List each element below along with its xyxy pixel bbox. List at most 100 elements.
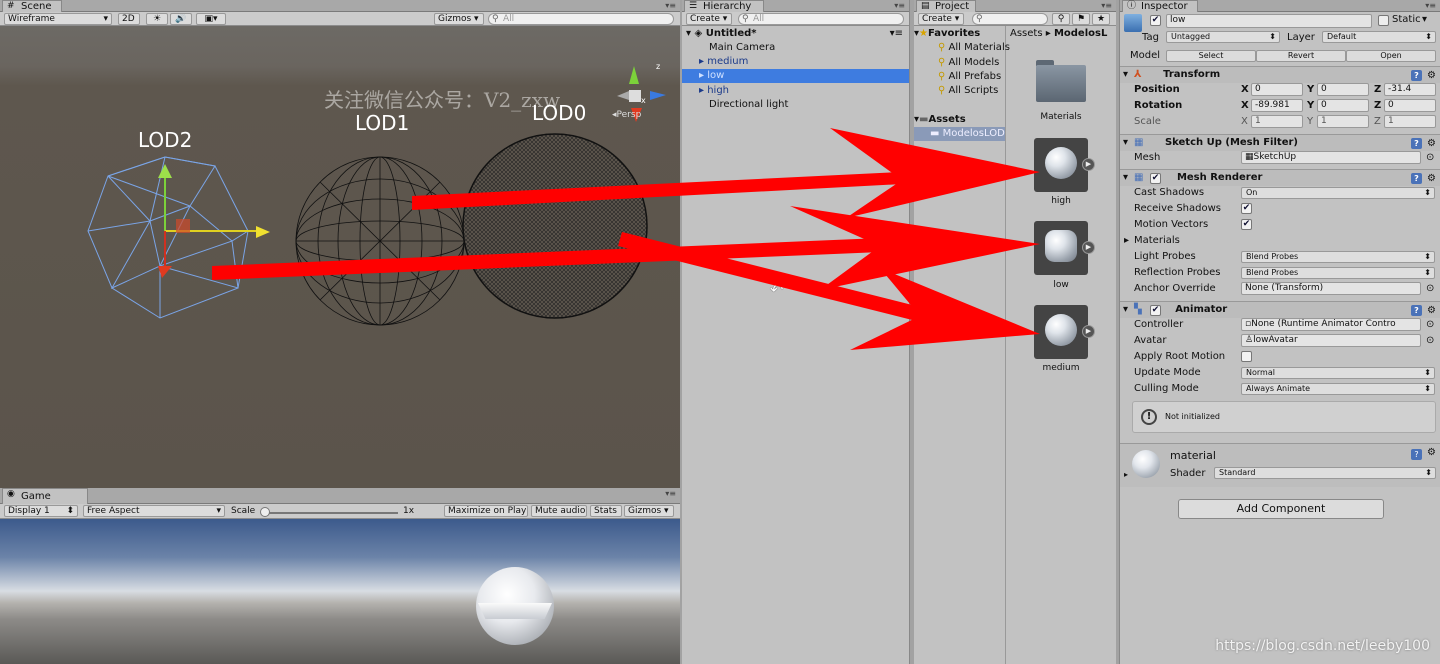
create-dropdown[interactable]: Create ▾ <box>686 13 732 25</box>
object-picker-icon[interactable]: ⊙ <box>1426 281 1434 297</box>
motion-vectors-checkbox[interactable]: ✔ <box>1241 219 1252 230</box>
effects-icon[interactable]: ▣▾ <box>196 13 226 25</box>
panel-menu-icon[interactable]: ▾≡ <box>1425 1 1436 10</box>
filter-type-icon[interactable]: ⚲ <box>1052 13 1070 25</box>
scale-slider[interactable] <box>262 512 398 514</box>
static-dropdown-icon[interactable]: ▾ <box>1422 14 1427 25</box>
mesh-filter-header[interactable]: ▾ ▦ Sketch Up (Mesh Filter) ? ⚙ <box>1120 134 1440 151</box>
asset-high[interactable]: ▶ <box>1034 138 1095 192</box>
object-picker-icon[interactable]: ⊙ <box>1426 317 1434 333</box>
scale-z-field[interactable]: 1 <box>1384 115 1436 128</box>
mesh-renderer-enabled-checkbox[interactable]: ✔ <box>1150 173 1161 184</box>
help-icon[interactable]: ? <box>1411 449 1422 460</box>
create-dropdown[interactable]: Create ▾ <box>918 13 964 25</box>
fav-all-models[interactable]: ⚲ All Models <box>914 56 1005 70</box>
scene-search-input[interactable]: ⚲ All <box>488 13 674 25</box>
materials-folder-icon[interactable] <box>1036 60 1086 102</box>
hierarchy-item-medium[interactable]: ▸ medium <box>682 55 909 69</box>
static-checkbox[interactable] <box>1378 15 1389 26</box>
culling-mode-dropdown[interactable]: Always Animate <box>1241 383 1435 395</box>
position-x-field[interactable]: 0 <box>1251 83 1303 96</box>
materials-row[interactable]: ▸ Materials <box>1120 233 1440 249</box>
tab-inspector[interactable]: ⓘ Inspector <box>1122 0 1198 12</box>
folder-modeloslod[interactable]: ▬ ModelosLOD <box>914 127 1005 141</box>
fav-all-prefabs[interactable]: ⚲ All Prefabs <box>914 70 1005 84</box>
help-icon[interactable]: ? <box>1411 70 1422 81</box>
hierarchy-item-main-camera[interactable]: Main Camera <box>682 41 909 55</box>
tab-scene[interactable]: # Scene <box>2 0 62 12</box>
stats-button[interactable]: Stats <box>590 505 622 517</box>
avatar-field[interactable]: ♙lowAvatar <box>1241 334 1421 347</box>
asset-low[interactable]: ▶ <box>1034 221 1095 275</box>
active-checkbox[interactable]: ✔ <box>1150 15 1161 26</box>
tab-project[interactable]: ▤ Project <box>916 0 976 12</box>
object-name-field[interactable]: low <box>1166 14 1372 28</box>
mute-audio-button[interactable]: Mute audio <box>531 505 587 517</box>
help-icon[interactable]: ? <box>1411 138 1422 149</box>
help-icon[interactable]: ? <box>1411 173 1422 184</box>
favorites-row[interactable]: ▾★Favorites <box>914 27 1005 41</box>
transform-header[interactable]: ▾ ⅄ Transform ? ⚙ <box>1120 66 1440 83</box>
scale-y-field[interactable]: 1 <box>1317 115 1369 128</box>
scene-menu-icon[interactable]: ▾≡ <box>890 27 903 41</box>
animator-enabled-checkbox[interactable]: ✔ <box>1150 305 1161 316</box>
scene-viewport[interactable]: 关注微信公众号：V2_zxw LOD2 LOD1 LOD0 z x ◂Persp <box>0 26 680 488</box>
project-search-input[interactable]: ⚲ <box>972 13 1048 25</box>
expand-arrow-icon[interactable]: ▸ <box>1124 470 1128 479</box>
panel-menu-icon[interactable]: ▾≡ <box>1101 1 1112 10</box>
layer-dropdown[interactable]: Default <box>1322 31 1436 43</box>
reflection-probes-dropdown[interactable]: Blend Probes <box>1241 267 1435 279</box>
gear-icon[interactable]: ⚙ <box>1427 447 1436 458</box>
display-dropdown[interactable]: Display 1 ⬍ <box>4 505 78 517</box>
breadcrumb-assets[interactable]: Assets <box>1010 28 1043 39</box>
aspect-dropdown[interactable]: Free Aspect ▾ <box>83 505 225 517</box>
shader-dropdown[interactable]: Standard <box>1214 467 1436 479</box>
rotation-y-field[interactable]: 0 <box>1317 99 1369 112</box>
favorite-star-icon[interactable]: ★ <box>1092 13 1110 25</box>
fav-all-materials[interactable]: ⚲ All Materials <box>914 41 1010 55</box>
apply-root-motion-checkbox[interactable] <box>1241 351 1252 362</box>
toggle-2d-button[interactable]: 2D <box>118 13 140 25</box>
position-z-field[interactable]: -31.4 <box>1384 83 1436 96</box>
gizmos-dropdown[interactable]: Gizmos ▾ <box>624 505 674 517</box>
object-picker-icon[interactable]: ⊙ <box>1426 333 1434 349</box>
mesh-field[interactable]: ▦SketchUp <box>1241 151 1421 164</box>
hierarchy-search-input[interactable]: ⚲ All <box>738 13 904 25</box>
persp-label[interactable]: ◂Persp <box>612 110 641 120</box>
animator-header[interactable]: ▾ ▚ ✔ Animator ? ⚙ <box>1120 301 1440 318</box>
model-revert-button[interactable]: Revert <box>1256 50 1346 62</box>
model-open-button[interactable]: Open <box>1346 50 1436 62</box>
anchor-override-field[interactable]: None (Transform) <box>1241 282 1421 295</box>
draw-mode-dropdown[interactable]: Wireframe ▾ <box>4 13 112 25</box>
breadcrumb-modeloslod[interactable]: ModelosL <box>1054 28 1107 39</box>
add-component-button[interactable]: Add Component <box>1178 499 1384 519</box>
expand-play-icon[interactable]: ▶ <box>1082 158 1095 171</box>
audio-icon[interactable]: 🔊 <box>170 13 192 25</box>
mesh-renderer-header[interactable]: ▾ ▦ ✔ Mesh Renderer ? ⚙ <box>1120 169 1440 186</box>
hierarchy-item-high[interactable]: ▸ high <box>682 84 909 98</box>
light-probes-dropdown[interactable]: Blend Probes <box>1241 251 1435 263</box>
expand-play-icon[interactable]: ▶ <box>1082 241 1095 254</box>
gizmos-dropdown[interactable]: Gizmos ▾ <box>434 13 484 25</box>
filter-label-icon[interactable]: ⚑ <box>1072 13 1090 25</box>
expand-play-icon[interactable]: ▶ <box>1082 325 1095 338</box>
position-y-field[interactable]: 0 <box>1317 83 1369 96</box>
tag-dropdown[interactable]: Untagged <box>1166 31 1280 43</box>
scale-x-field[interactable]: 1 <box>1251 115 1303 128</box>
tab-hierarchy[interactable]: ☰ Hierarchy <box>684 0 764 12</box>
scale-slider-thumb[interactable] <box>260 507 270 517</box>
object-picker-icon[interactable]: ⊙ <box>1426 150 1434 166</box>
hierarchy-item-directional-light[interactable]: Directional light <box>682 98 909 112</box>
receive-shadows-checkbox[interactable]: ✔ <box>1241 203 1252 214</box>
controller-field[interactable]: ▫None (Runtime Animator Contro <box>1241 318 1421 331</box>
cast-shadows-dropdown[interactable]: On <box>1241 187 1435 199</box>
asset-medium[interactable]: ▶ <box>1034 305 1095 359</box>
hierarchy-item-low[interactable]: ▸ low <box>682 69 909 83</box>
rotation-z-field[interactable]: 0 <box>1384 99 1436 112</box>
help-icon[interactable]: ? <box>1411 305 1422 316</box>
game-viewport[interactable] <box>0 519 680 664</box>
rotation-x-field[interactable]: -89.981 <box>1251 99 1303 112</box>
lighting-icon[interactable]: ☀ <box>146 13 168 25</box>
model-select-button[interactable]: Select <box>1166 50 1256 62</box>
panel-menu-icon[interactable]: ▾≡ <box>665 489 676 498</box>
